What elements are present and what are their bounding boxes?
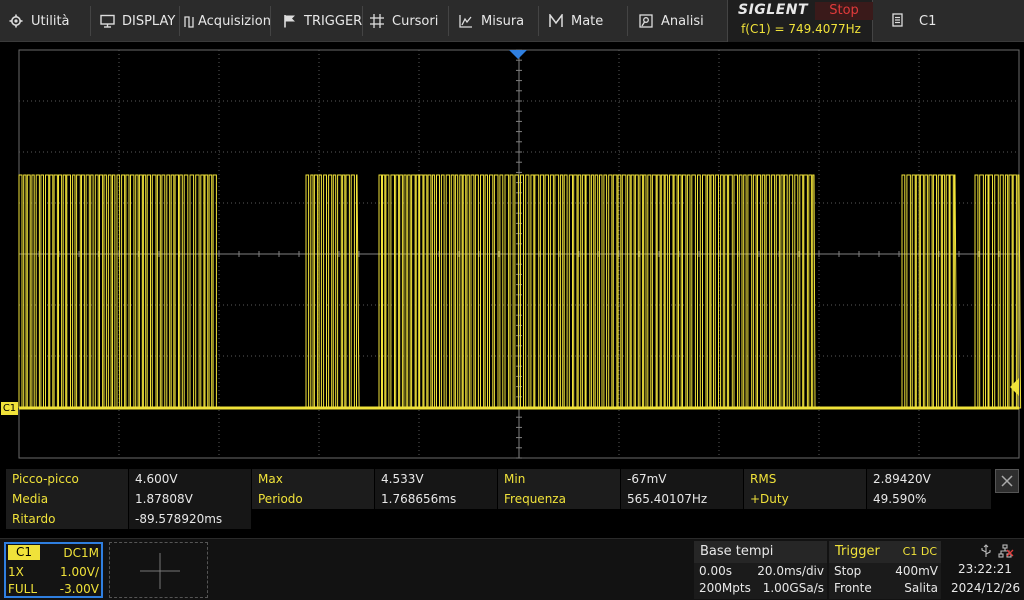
add-channel-slot[interactable] (109, 542, 208, 598)
menu-display[interactable]: DISPLAY (99, 0, 179, 42)
menu-divider (179, 6, 180, 36)
channel1-coupling: DC1M (63, 546, 99, 560)
channel1-probe: 1X (8, 565, 24, 579)
measurement-value: 4.533V (375, 469, 497, 489)
menu-acquisition[interactable]: Acquisizione (184, 0, 270, 42)
timebase-title: Base tempi (694, 541, 827, 563)
clock-time: 23:22:21 (958, 562, 1012, 576)
menu-divider (448, 6, 449, 36)
monitor-icon (99, 13, 115, 29)
menu-divider (362, 6, 363, 36)
measurement-label: Min (498, 469, 620, 489)
trigger-panel[interactable]: Trigger C1 DC Stop 400mV Fronte Salita (829, 541, 941, 599)
measurement-value: 565.40107Hz (621, 489, 743, 509)
menu-divider (90, 6, 91, 36)
channel1-trace (18, 174, 1022, 410)
channel-tab[interactable]: C1 (874, 0, 1024, 42)
acquisition-icon (184, 13, 196, 29)
menu-measure[interactable]: Misura (458, 0, 538, 42)
measurement-value: 1.768656ms (375, 489, 497, 509)
menu-utility-label: Utilità (31, 13, 70, 29)
trigger-title: Trigger (835, 544, 880, 559)
graticule (18, 49, 1020, 459)
menu-display-label: DISPLAY (122, 13, 176, 29)
network-icon (998, 543, 1014, 562)
trigger-level: 400mV (895, 564, 938, 578)
menu-cursors[interactable]: Cursori (369, 0, 449, 42)
channel1-ground-marker-label: C1 (2, 403, 17, 414)
timebase-panel[interactable]: Base tempi 0.00s 20.0ms/div 200Mpts 1.00… (694, 541, 827, 599)
measurement-label: RMS (744, 469, 866, 489)
trigger-mode: Stop (834, 564, 862, 578)
channel1-scale: 1.00V/ (60, 565, 99, 579)
menu-measure-label: Misura (481, 13, 525, 29)
measurement-label: Frequenza (498, 489, 620, 509)
menu-bar: Utilità DISPLAY Acquisizione TRIGGER Cur… (0, 0, 1024, 42)
channel-tab-label: C1 (919, 13, 937, 29)
measurement-label: Periodo (252, 489, 374, 509)
trigger-slope: Salita (904, 581, 938, 595)
usb-icon (980, 543, 992, 562)
menu-math[interactable]: Mate (548, 0, 628, 42)
menu-divider (627, 6, 628, 36)
measurement-value: 49.590% (867, 489, 991, 509)
timebase-delay: 0.00s (699, 564, 732, 578)
measurement-label: Media (6, 489, 128, 509)
clock-panel: 23:22:21 2024/12/26 (944, 541, 1024, 599)
math-icon (548, 13, 564, 29)
document-icon (892, 12, 903, 31)
gear-icon (8, 13, 24, 29)
siglent-logo: SIGLENT (738, 2, 809, 18)
waveform-display[interactable]: C1 (0, 42, 1024, 464)
channel1-offset: -3.00V (59, 582, 99, 596)
menu-trigger-label: TRIGGER (304, 13, 363, 29)
menu-analysis[interactable]: Analisi (638, 0, 718, 42)
measurement-table: Picco-picco 4.600V Max 4.533V Min -67mV RMS 2.8… (6, 469, 991, 531)
menu-trigger[interactable]: TRIGGER (281, 0, 363, 42)
measurement-label: +Duty (744, 489, 866, 509)
menu-math-label: Mate (571, 13, 604, 29)
brand-status-box: SIGLENT Stop f(C1) = 749.4077Hz (727, 0, 873, 42)
disconnected-icon (1006, 549, 1014, 557)
close-measurements-button[interactable] (995, 469, 1019, 493)
measurement-label: Picco-picco (6, 469, 128, 489)
sample-rate: 1.00GSa/s (762, 581, 824, 595)
measurement-value: 2.89420V (867, 469, 991, 489)
trigger-type: Fronte (834, 581, 872, 595)
menu-utility[interactable]: Utilità (8, 0, 90, 42)
close-icon (1001, 475, 1013, 487)
memory-depth: 200Mpts (699, 581, 751, 595)
waveform-canvas (18, 49, 1022, 459)
measurement-label: Ritardo (6, 509, 128, 529)
menu-cursors-label: Cursori (392, 13, 439, 29)
measurement-value: 4.600V (129, 469, 251, 489)
plus-icon (140, 553, 180, 589)
measurement-label: Max (252, 469, 374, 489)
trigger-level-marker[interactable] (1010, 378, 1019, 396)
flag-icon (281, 13, 297, 29)
cursors-icon (369, 13, 385, 29)
measurement-value: 1.87808V (129, 489, 251, 509)
run-stop-button[interactable]: Stop (815, 2, 873, 20)
frequency-counter-readout: f(C1) = 749.4077Hz (741, 22, 861, 36)
menu-analysis-label: Analisi (661, 13, 704, 29)
trigger-position-marker[interactable] (509, 50, 527, 59)
menu-acquisition-label: Acquisizione (198, 13, 270, 29)
measurement-value: -67mV (621, 469, 743, 489)
channel1-ground-marker[interactable]: C1 (1, 402, 18, 415)
analysis-icon (638, 13, 654, 29)
status-bar: C1 DC1M 1X 1.00V/ FULL -3.00V Base tempi… (0, 538, 1024, 600)
menu-divider (538, 6, 539, 36)
measure-icon (458, 13, 474, 29)
clock-date: 2024/12/26 (951, 581, 1021, 595)
channel1-settings-box[interactable]: C1 DC1M 1X 1.00V/ FULL -3.00V (4, 542, 103, 598)
menu-divider (270, 6, 271, 36)
measurement-value: -89.578920ms (129, 509, 251, 529)
channel1-bandwidth: FULL (8, 582, 38, 596)
timebase-scale: 20.0ms/div (757, 564, 824, 578)
trigger-source: C1 DC (902, 545, 937, 558)
